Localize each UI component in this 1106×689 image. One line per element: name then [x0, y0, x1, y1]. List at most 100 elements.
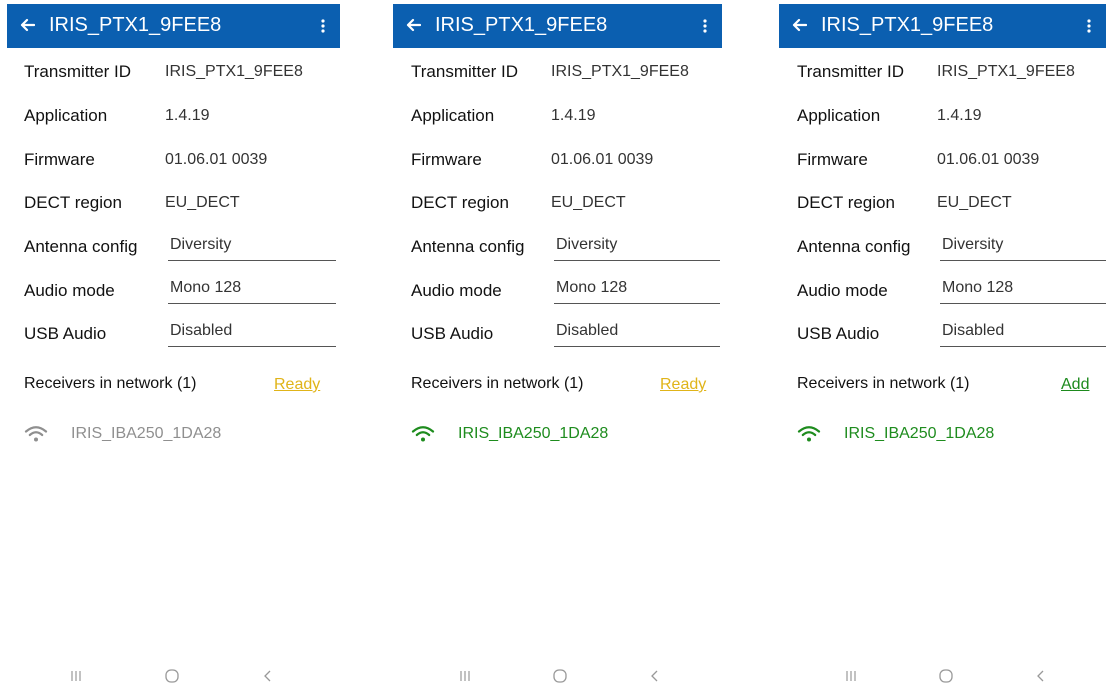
back-nav-button[interactable] [1031, 666, 1051, 686]
dect-region-value: EU_DECT [165, 194, 240, 211]
audio-mode-field[interactable]: Mono 128 [554, 275, 720, 304]
audio-mode-field[interactable]: Mono 128 [940, 275, 1106, 304]
page-title: IRIS_PTX1_9FEE8 [49, 14, 222, 36]
arrow-left-icon [406, 18, 421, 32]
back-button[interactable] [402, 14, 424, 36]
home-button[interactable] [162, 666, 182, 686]
transmitter-id-label: Transmitter ID [797, 62, 905, 81]
phone-screen-3: IRIS_PTX1_9FEE8 Transmitter ID IRIS_PTX1… [779, 0, 1106, 689]
usb-audio-value: Disabled [942, 322, 1005, 339]
back-button[interactable] [16, 14, 38, 36]
back-nav-button[interactable] [258, 666, 278, 686]
arrow-left-icon [20, 18, 35, 32]
antenna-config-value: Diversity [942, 236, 1004, 253]
receiver-item[interactable]: IRIS_IBA250_1DA28 [411, 422, 671, 448]
usb-audio-label: USB Audio [24, 324, 107, 343]
arrow-left-icon [792, 18, 807, 32]
usb-audio-value: Disabled [556, 322, 619, 339]
receivers-heading: Receivers in network (1) [797, 375, 970, 392]
usb-audio-field[interactable]: Disabled [940, 318, 1106, 347]
usb-audio-field[interactable]: Disabled [168, 318, 336, 347]
recents-icon [460, 671, 470, 681]
application-value: 1.4.19 [165, 107, 210, 124]
audio-mode-field[interactable]: Mono 128 [168, 275, 336, 304]
recent-apps-button[interactable] [455, 666, 475, 686]
usb-audio-field[interactable]: Disabled [554, 318, 720, 347]
application-label: Application [24, 106, 108, 125]
chevron-left-icon [1037, 670, 1044, 682]
wifi-icon [411, 426, 435, 442]
receiver-item[interactable]: IRIS_IBA250_1DA28 [24, 422, 284, 448]
ready-link[interactable]: Ready [274, 376, 320, 394]
recents-icon [71, 671, 81, 681]
transmitter-id-value: IRIS_PTX1_9FEE8 [551, 63, 689, 80]
wifi-icon [24, 426, 48, 442]
dect-region-label: DECT region [411, 193, 509, 212]
application-value: 1.4.19 [551, 107, 596, 124]
audio-mode-value: Mono 128 [942, 279, 1014, 296]
transmitter-id-value: IRIS_PTX1_9FEE8 [165, 63, 303, 80]
antenna-config-field[interactable]: Diversity [168, 232, 336, 261]
antenna-config-value: Diversity [556, 236, 618, 253]
usb-audio-label: USB Audio [797, 324, 880, 343]
dect-region-value: EU_DECT [937, 194, 1012, 211]
firmware-label: Firmware [797, 150, 868, 169]
usb-audio-label: USB Audio [411, 324, 494, 343]
home-icon [939, 669, 953, 683]
receivers-heading: Receivers in network (1) [411, 375, 584, 392]
recent-apps-button[interactable] [841, 666, 861, 686]
transmitter-id-label: Transmitter ID [24, 62, 132, 81]
firmware-value: 01.06.01 0039 [937, 151, 1040, 168]
firmware-label: Firmware [24, 150, 95, 169]
antenna-config-label: Antenna config [24, 237, 138, 256]
audio-mode-label: Audio mode [24, 281, 115, 300]
more-vert-icon [703, 19, 707, 33]
receiver-name: IRIS_IBA250_1DA28 [458, 425, 609, 442]
firmware-value: 01.06.01 0039 [165, 151, 268, 168]
dect-region-label: DECT region [797, 193, 895, 212]
antenna-config-field[interactable]: Diversity [554, 232, 720, 261]
transmitter-id-label: Transmitter ID [411, 62, 519, 81]
home-icon [553, 669, 567, 683]
app-bar: IRIS_PTX1_9FEE8 [393, 4, 722, 48]
overflow-menu-button[interactable] [314, 15, 332, 37]
audio-mode-value: Mono 128 [170, 279, 242, 296]
add-link[interactable]: Add [1061, 376, 1089, 394]
chevron-left-icon [651, 670, 658, 682]
chevron-left-icon [264, 670, 271, 682]
recents-icon [846, 671, 856, 681]
application-label: Application [797, 106, 881, 125]
antenna-config-field[interactable]: Diversity [940, 232, 1106, 261]
firmware-value: 01.06.01 0039 [551, 151, 654, 168]
audio-mode-value: Mono 128 [556, 279, 628, 296]
app-bar: IRIS_PTX1_9FEE8 [779, 4, 1106, 48]
ready-link[interactable]: Ready [660, 376, 706, 394]
antenna-config-label: Antenna config [797, 237, 911, 256]
back-nav-button[interactable] [645, 666, 665, 686]
page-title: IRIS_PTX1_9FEE8 [435, 14, 608, 36]
receiver-name: IRIS_IBA250_1DA28 [71, 425, 222, 442]
app-bar: IRIS_PTX1_9FEE8 [7, 4, 340, 48]
audio-mode-label: Audio mode [411, 281, 502, 300]
home-icon [165, 669, 179, 683]
audio-mode-label: Audio mode [797, 281, 888, 300]
antenna-config-label: Antenna config [411, 237, 525, 256]
dect-region-label: DECT region [24, 193, 122, 212]
phone-screen-2: IRIS_PTX1_9FEE8 Transmitter ID IRIS_PTX1… [393, 0, 723, 689]
phone-screen-1: IRIS_PTX1_9FEE8 Transmitter ID IRIS_PTX1… [0, 0, 340, 689]
dect-region-value: EU_DECT [551, 194, 626, 211]
application-value: 1.4.19 [937, 107, 982, 124]
application-label: Application [411, 106, 495, 125]
transmitter-id-value: IRIS_PTX1_9FEE8 [937, 63, 1075, 80]
home-button[interactable] [936, 666, 956, 686]
receiver-item[interactable]: IRIS_IBA250_1DA28 [797, 422, 1057, 448]
receiver-name: IRIS_IBA250_1DA28 [844, 425, 995, 442]
recent-apps-button[interactable] [66, 666, 86, 686]
overflow-menu-button[interactable] [1080, 15, 1098, 37]
back-button[interactable] [788, 14, 810, 36]
antenna-config-value: Diversity [170, 236, 232, 253]
overflow-menu-button[interactable] [696, 15, 714, 37]
firmware-label: Firmware [411, 150, 482, 169]
home-button[interactable] [550, 666, 570, 686]
wifi-icon [797, 426, 821, 442]
